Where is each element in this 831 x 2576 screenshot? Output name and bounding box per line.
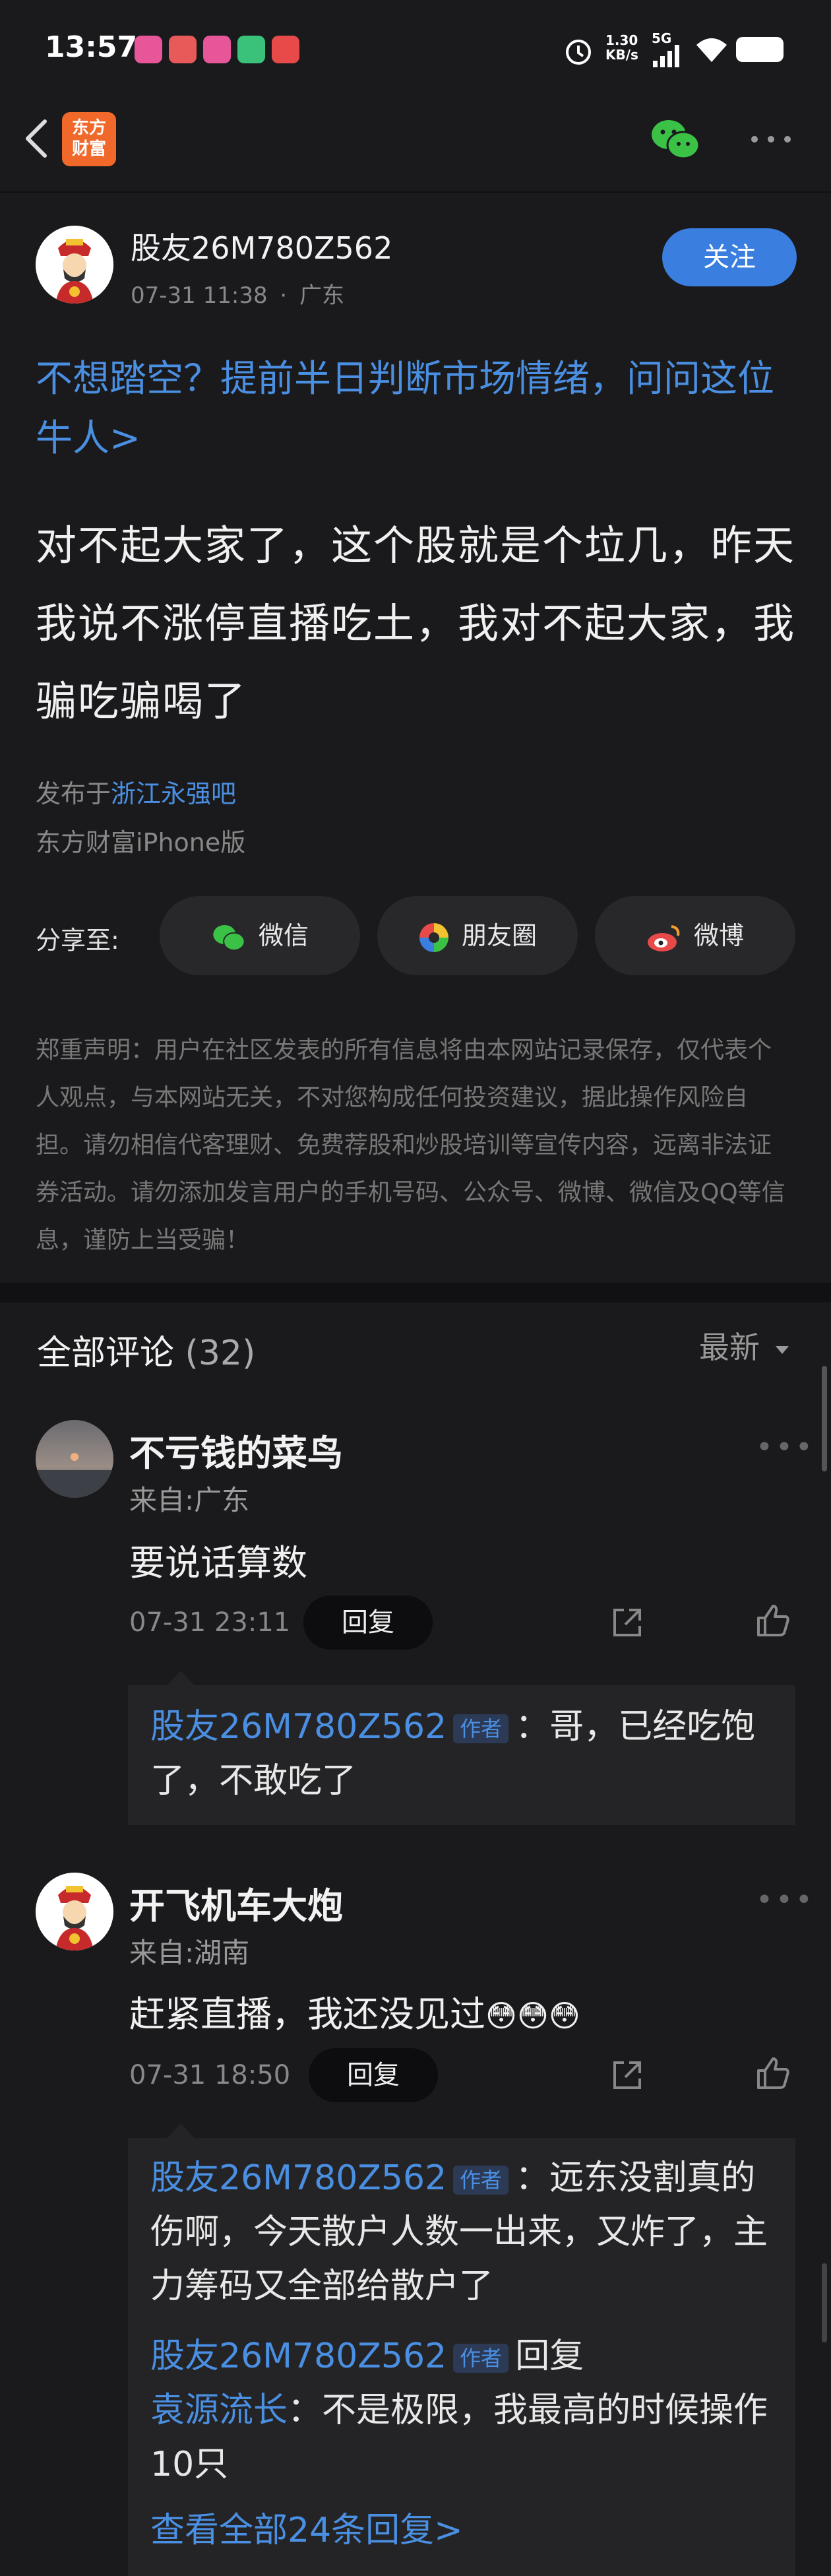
author-badge: 作者 (453, 2344, 509, 2373)
comment-text: 赶紧直播，我还没见过😳😳😳 (129, 1985, 580, 2037)
share-wechat-label: 微信 (258, 921, 309, 950)
author-badge: 作者 (453, 2166, 509, 2195)
share-moments-label: 朋友圈 (461, 921, 537, 950)
caret-down-icon (775, 1345, 789, 1354)
post-author-name[interactable]: 股友26M780Z562 (131, 224, 392, 268)
reply-pointer (168, 1671, 194, 1685)
share-wechat-button[interactable]: 微信 (160, 896, 360, 975)
sort-dropdown[interactable]: 最新 (699, 1324, 791, 1367)
avatar[interactable] (36, 1873, 113, 1950)
weibo-icon (647, 924, 680, 951)
disclaimer: 郑重声明：用户在社区发表的所有信息将由本网站记录保存，仅代表个人观点，与本网站无… (36, 1037, 785, 1254)
share-icon[interactable] (609, 1605, 645, 1640)
battery-icon (736, 37, 784, 62)
network-speed: 1.30 KB/s (605, 32, 638, 63)
sort-label: 最新 (699, 1330, 760, 1365)
reply-button[interactable]: 回复 (303, 1595, 433, 1650)
reply-author[interactable]: 股友26M780Z562 (150, 2336, 446, 2376)
logo-text-1: 东方 (71, 118, 106, 138)
publish-info: 发布于浙江永强吧 (36, 773, 236, 810)
bar-link[interactable]: 浙江永强吧 (111, 779, 236, 808)
logo-text-2: 财富 (71, 139, 106, 159)
like-icon[interactable] (754, 2055, 791, 2092)
notification-icon (272, 36, 299, 63)
signal-icon (653, 45, 679, 67)
comment-more-icon[interactable]: ••• (756, 1431, 815, 1464)
comments-count: (32) (185, 1334, 256, 1373)
reply-pointer (168, 2123, 194, 2138)
avatar[interactable] (36, 1420, 113, 1498)
share-weibo-button[interactable]: 微博 (595, 896, 795, 975)
post-location: 广东 (299, 282, 345, 309)
post-time: 07-31 11:38 (131, 282, 268, 309)
reply-box: 股友26M780Z562 作者 ：远东没割真的伤啊，今天散户人数一出来，又炸了，主力… (128, 2123, 795, 2576)
comments-header: 全部评论 (32) (37, 1325, 255, 1374)
share-icon[interactable] (609, 2057, 645, 2093)
reply-box: 股友26M780Z562 作者 ：哥，已经吃饱了，不敢吃了 (128, 1671, 795, 1825)
author-badge: 作者 (453, 1714, 509, 1743)
notification-icon (135, 36, 162, 63)
wechat-icon (213, 924, 245, 951)
moments-icon (419, 922, 448, 952)
scrollbar-track (822, 2263, 827, 2342)
view-all-replies-link[interactable]: 查看全部24条回复> (150, 2503, 463, 2558)
avatar[interactable] (36, 226, 113, 304)
comment-author[interactable]: 开飞机车大炮 (129, 1877, 343, 1929)
post-body: 对不起大家了，这个股就是个垃几，昨天我说不涨停直播吃土，我对不起大家，我骗吃骗喝… (36, 521, 796, 725)
comment-time: 07-31 23:11 (129, 1607, 291, 1638)
comment-text-body: 赶紧直播，我还没见过 (129, 1993, 485, 2035)
notification-icon (203, 36, 231, 63)
share-moments-button[interactable]: 朋友圈 (377, 896, 578, 975)
wifi-icon (696, 38, 727, 62)
reply-button[interactable]: 回复 (309, 2048, 438, 2102)
back-arrow-icon[interactable] (17, 112, 57, 165)
comment-more-icon[interactable]: ••• (756, 1883, 815, 1917)
section-divider (0, 1283, 831, 1303)
comment-location: 来自:湖南 (129, 1937, 250, 1969)
share-label: 分享至: (36, 926, 119, 955)
comment-text: 要说话算数 (129, 1542, 307, 1584)
alarm-icon (566, 40, 591, 65)
reply-target[interactable]: 袁源流长 (150, 2391, 288, 2430)
client-info: 东方财富iPhone版 (36, 828, 246, 857)
comment-location: 来自:广东 (129, 1484, 250, 1516)
notification-icon (237, 36, 265, 63)
notification-icon (169, 36, 197, 63)
reply-mid: 回复 (515, 2336, 584, 2376)
emoji: 😳😳😳 (485, 1998, 580, 2034)
reply-item: 股友26M780Z562 作者 回复 袁源流长：不是极限，我最高的时候操作10只 (150, 2329, 784, 2492)
comment-time: 07-31 18:50 (129, 2060, 291, 2090)
comment-author[interactable]: 不亏钱的菜鸟 (129, 1424, 343, 1476)
reply-author[interactable]: 股友26M780Z562 (150, 1707, 446, 1747)
share-weibo-label: 微博 (693, 921, 744, 950)
comments-title: 全部评论 (37, 1334, 175, 1373)
more-options-icon[interactable] (748, 129, 794, 149)
scrollbar[interactable] (822, 1366, 827, 1471)
follow-button[interactable]: 关注 (662, 228, 797, 286)
reply-item: 股友26M780Z562 作者 ：远东没割真的伤啊，今天散户人数一出来，又炸了，主力… (150, 2151, 784, 2313)
divider (0, 191, 831, 193)
status-time: 13:57 (45, 30, 138, 64)
wechat-share-icon[interactable] (649, 116, 702, 162)
reply-item: 股友26M780Z562 作者 ：哥，已经吃饱了，不敢吃了 (150, 1700, 784, 1808)
eastmoney-logo: 东方 财富 (62, 112, 116, 166)
publish-prefix: 发布于 (36, 779, 111, 808)
post-meta: 07-31 11:38 · 广东 (131, 282, 345, 309)
reply-author[interactable]: 股友26M780Z562 (150, 2158, 446, 2198)
like-icon[interactable] (754, 1602, 791, 1639)
promo-link[interactable]: 不想踏空？提前半日判断市场情绪，问问这位牛人> (36, 350, 801, 468)
